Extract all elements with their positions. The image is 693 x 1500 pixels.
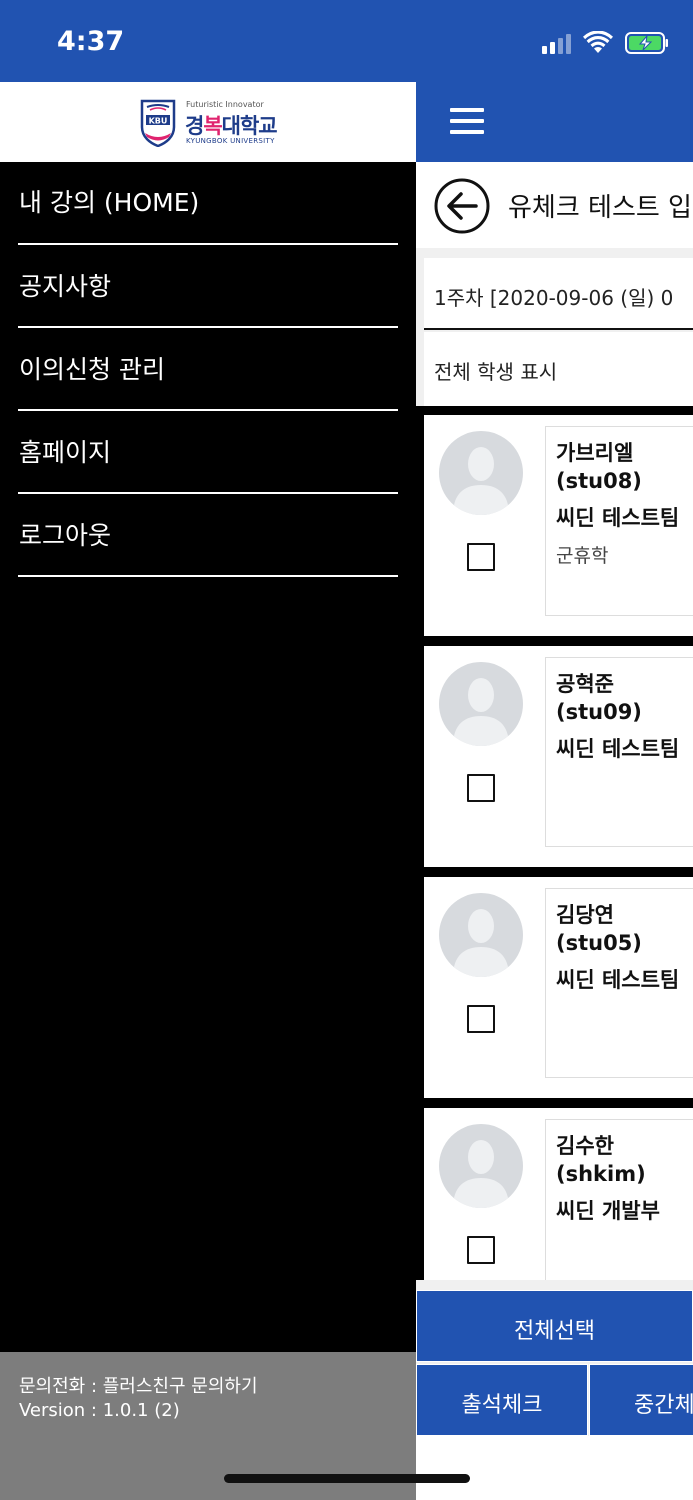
menu-item-label: 이의신청 관리 xyxy=(19,355,165,384)
student-team: 씨딘 테스트팀 xyxy=(556,968,680,992)
app-bottom-area xyxy=(416,1436,693,1500)
student-id: (stu09) xyxy=(556,700,642,724)
university-logo: KBU Futuristic Innovator 경복대학교 KYUNGBOK … xyxy=(138,97,288,149)
student-id: (stu08) xyxy=(556,469,642,493)
battery-charging-icon xyxy=(625,32,668,54)
logo-name-part1: 경 xyxy=(185,114,204,138)
wifi-icon xyxy=(583,31,613,53)
student-name: 김수한 xyxy=(556,1134,614,1158)
logo-bar: KBU Futuristic Innovator 경복대학교 KYUNGBOK … xyxy=(0,82,416,162)
student-name: 가브리엘 xyxy=(556,441,634,465)
avatar-placeholder-icon xyxy=(439,431,523,515)
week-label: 1주차 [2020-09-06 (일) 0 xyxy=(434,286,674,310)
select-all-label: 전체선택 xyxy=(514,1319,595,1344)
student-filter[interactable]: 전체 학생 표시 xyxy=(424,332,693,406)
hamburger-menu-icon[interactable] xyxy=(450,108,484,134)
student-id: (stu05) xyxy=(556,931,642,955)
student-info: 공혁준 (stu09) 씨딘 테스트팀 xyxy=(545,657,693,847)
app-header xyxy=(416,0,693,162)
action-buttons: 출석체크 중간체 xyxy=(416,1364,693,1436)
menu-item-logout[interactable]: 로그아웃 xyxy=(18,494,398,577)
menu-item-label: 홈페이지 xyxy=(19,438,112,467)
student-card[interactable]: 김수한 (shkim) 씨딘 개발부 xyxy=(424,1108,693,1280)
drawer-menu: 내 강의 (HOME) 공지사항 이의신청 관리 홈페이지 로그아웃 xyxy=(18,162,398,577)
student-name: 공혁준 xyxy=(556,672,614,696)
status-time: 4:37 xyxy=(57,26,125,57)
menu-item-label: 공지사항 xyxy=(19,272,112,301)
student-info: 김당연 (stu05) 씨딘 테스트팀 xyxy=(545,888,693,1078)
menu-item-homepage[interactable]: 홈페이지 xyxy=(18,411,398,494)
page-title: 유체크 테스트 입 xyxy=(508,193,692,223)
mid-check-label: 중간체 xyxy=(634,1393,693,1418)
attendance-check-button[interactable]: 출석체크 xyxy=(416,1364,588,1436)
logo-name-english: KYUNGBOK UNIVERSITY xyxy=(186,137,275,145)
week-selector[interactable]: 1주차 [2020-09-06 (일) 0 xyxy=(424,258,693,330)
attendance-checkbox[interactable] xyxy=(467,774,495,802)
student-team: 씨딘 테스트팀 xyxy=(556,737,680,761)
home-indicator[interactable] xyxy=(224,1474,470,1483)
contact-info[interactable]: 문의전화 : 플러스친구 문의하기 xyxy=(19,1372,258,1398)
attendance-checkbox[interactable] xyxy=(467,1005,495,1033)
svg-text:KBU: KBU xyxy=(149,117,168,126)
logo-tagline: Futuristic Innovator xyxy=(186,100,264,109)
student-name: 김당연 xyxy=(556,903,614,927)
menu-item-notices[interactable]: 공지사항 xyxy=(18,245,398,328)
logo-name-part2: 복 xyxy=(203,114,222,138)
student-card[interactable]: 김당연 (stu05) 씨딘 테스트팀 xyxy=(424,877,693,1098)
student-info: 가브리엘 (stu08) 씨딘 테스트팀 군휴학 xyxy=(545,426,693,616)
mid-check-button[interactable]: 중간체 xyxy=(589,1364,693,1436)
status-icons xyxy=(542,30,669,56)
menu-item-label: 내 강의 (HOME) xyxy=(19,188,200,217)
university-emblem-icon: KBU xyxy=(140,99,176,147)
avatar-placeholder-icon xyxy=(439,1124,523,1208)
avatar-placeholder-icon xyxy=(439,662,523,746)
logo-name-korean: 경복대학교 xyxy=(185,110,278,140)
menu-item-home[interactable]: 내 강의 (HOME) xyxy=(18,162,398,245)
app-version: Version : 1.0.1 (2) xyxy=(19,1400,180,1421)
attendance-app: 유체크 테스트 입 1주차 [2020-09-06 (일) 0 전체 학생 표시… xyxy=(416,0,693,1500)
back-arrow-icon[interactable] xyxy=(434,178,490,234)
navigation-drawer: 4:37 KBU Futuristic Innovator 경복대학교 KYUN… xyxy=(0,0,416,1500)
filter-label: 전체 학생 표시 xyxy=(434,360,558,384)
logo-name-part3: 대학교 xyxy=(221,114,278,138)
cellular-signal-icon xyxy=(542,32,571,54)
page-title-bar: 유체크 테스트 입 xyxy=(416,162,693,248)
avatar-placeholder-icon xyxy=(439,893,523,977)
student-team: 씨딘 개발부 xyxy=(556,1199,660,1223)
menu-item-appeals[interactable]: 이의신청 관리 xyxy=(18,328,398,411)
select-all-button[interactable]: 전체선택 xyxy=(416,1290,693,1362)
student-card[interactable]: 공혁준 (stu09) 씨딘 테스트팀 xyxy=(424,646,693,867)
student-card[interactable]: 가브리엘 (stu08) 씨딘 테스트팀 군휴학 xyxy=(424,415,693,636)
attendance-checkbox[interactable] xyxy=(467,543,495,571)
attendance-checkbox[interactable] xyxy=(467,1236,495,1264)
menu-item-label: 로그아웃 xyxy=(19,521,112,550)
attendance-check-label: 출석체크 xyxy=(461,1393,543,1418)
student-team: 씨딘 테스트팀 xyxy=(556,506,680,530)
student-id: (shkim) xyxy=(556,1162,646,1186)
student-list: 가브리엘 (stu08) 씨딘 테스트팀 군휴학 공혁준 (stu09) 씨딘 … xyxy=(416,406,693,1280)
student-info: 김수한 (shkim) 씨딘 개발부 xyxy=(545,1119,693,1280)
student-status: 군휴학 xyxy=(556,545,609,567)
status-bar: 4:37 xyxy=(0,0,416,82)
